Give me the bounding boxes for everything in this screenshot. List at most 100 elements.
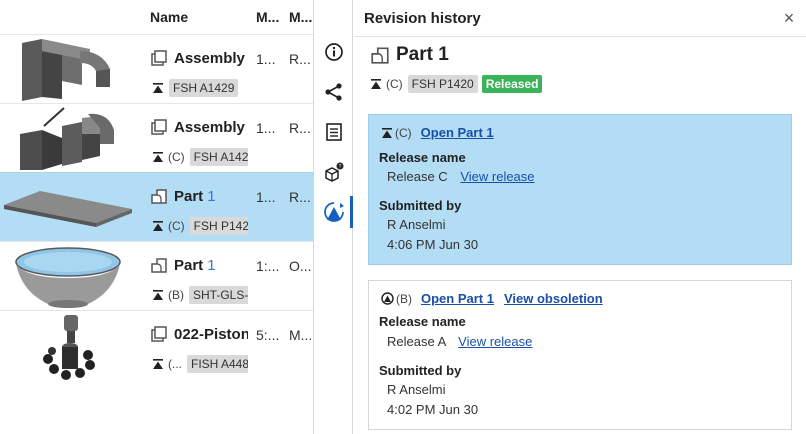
panel-title: Revision history xyxy=(364,10,481,27)
side-toolbar: ? xyxy=(313,0,353,434)
row-title: Assembly 1 xyxy=(150,48,248,68)
list-item[interactable]: Part 1 (B) SHT-GLS-00 1:... O... xyxy=(0,241,313,310)
revision-label: (C) xyxy=(168,219,185,233)
row-title: Assembly 1 xyxy=(150,117,248,137)
row-name: 022-Piston xyxy=(174,325,248,343)
row-meta: (B) SHT-GLS-00 xyxy=(152,285,248,305)
revision-icon xyxy=(153,359,163,369)
submitted-date: 4:06 PM Jun 30 xyxy=(387,237,479,252)
revision-card-header: (C) Open Part 1 xyxy=(381,125,494,140)
open-part-link[interactable]: Open Part 1 xyxy=(421,291,494,306)
assembly-icon xyxy=(151,119,167,135)
part-number-badge: FSH A1429 xyxy=(169,79,239,97)
row-version: 1 xyxy=(207,187,216,205)
view-release-link[interactable]: View release xyxy=(460,169,534,184)
row-title: Part 1 xyxy=(150,186,216,206)
row-clip: Assembly 1 (C) FSH A1428 xyxy=(0,104,248,173)
row-clip: Assembly 1 FSH A1429 xyxy=(0,35,248,104)
revision-icon xyxy=(153,290,163,300)
revision-label: (... xyxy=(168,357,182,371)
revision-icon xyxy=(153,83,163,93)
list-item[interactable]: Assembly 1 (C) FSH A1428 1... R... xyxy=(0,103,313,172)
part-header: Part 1 xyxy=(370,44,449,66)
part-number-badge: FSH P1420 xyxy=(189,217,248,235)
row-m1: 1... xyxy=(256,189,276,205)
release-name-row: Release C View release xyxy=(387,169,535,184)
list-header: Name M... M... xyxy=(0,0,313,34)
revision-icon xyxy=(371,79,381,89)
part-meta: (C) FSH P1420 Released xyxy=(370,75,543,93)
row-title: 022-Piston xyxy=(150,324,248,344)
assembly-icon xyxy=(151,326,167,342)
open-part-link[interactable]: Open Part 1 xyxy=(421,125,494,140)
release-name-label: Release name xyxy=(379,150,466,165)
row-meta: (... FISH A448 xyxy=(152,354,248,374)
share-icon xyxy=(325,83,342,101)
part-number-badge: FSH P1420 xyxy=(407,75,478,93)
properties-button[interactable] xyxy=(320,118,348,146)
close-icon[interactable]: × xyxy=(780,9,798,27)
row-name: Part xyxy=(174,256,204,274)
row-clip: Part 1 (B) SHT-GLS-00 xyxy=(0,242,248,311)
where-used-button[interactable]: ? xyxy=(320,158,348,186)
submitted-by: R Anselmi xyxy=(387,382,446,397)
revision-card-current: (C) Open Part 1 Release name Release C V… xyxy=(368,114,792,265)
column-header-m2[interactable]: M... xyxy=(289,9,312,25)
revision-label: (C) xyxy=(168,150,185,164)
row-m2: R... xyxy=(289,51,311,67)
revision-card-header: (B) Open Part 1 View obsoletion xyxy=(381,291,603,306)
revision-history-panel: Revision history × Part 1 (C) FSH P1420 … xyxy=(354,0,806,434)
row-meta: (C) FSH A1428 xyxy=(152,147,248,167)
document-list: Name M... M... Assembly 1 FSH A1429 1...… xyxy=(0,0,313,434)
submitted-date: 4:02 PM Jun 30 xyxy=(387,402,479,417)
revision-icon xyxy=(153,221,163,231)
list-item[interactable]: Assembly 1 FSH A1429 1... R... xyxy=(0,34,313,103)
assembly-icon xyxy=(151,50,167,66)
part-icon xyxy=(151,189,167,204)
row-m2: R... xyxy=(289,189,311,205)
row-m2: M... xyxy=(289,327,311,343)
list-item-selected[interactable]: Part 1 (C) FSH P1420 1... R... xyxy=(0,172,313,241)
row-clip: 022-Piston (... FISH A448 xyxy=(0,311,248,380)
part-number-badge: FISH A448 xyxy=(187,355,248,373)
release-name-row: Release A View release xyxy=(387,334,532,349)
part-number-badge: FSH A1428 xyxy=(189,148,248,166)
revision-card-obsolete: (B) Open Part 1 View obsoletion Release … xyxy=(368,280,792,430)
share-button[interactable] xyxy=(320,78,348,106)
revision-label: (B) xyxy=(168,288,184,302)
revision-label: (C) xyxy=(395,125,412,140)
release-name-label: Release name xyxy=(379,314,466,329)
divider xyxy=(354,36,806,37)
submitted-by-label: Submitted by xyxy=(379,198,462,213)
row-clip: Part 1 (C) FSH P1420 xyxy=(0,173,248,242)
row-m1: 1... xyxy=(256,120,276,136)
view-release-link[interactable]: View release xyxy=(458,334,532,349)
column-header-m1[interactable]: M... xyxy=(256,9,279,25)
view-obsoletion-link[interactable]: View obsoletion xyxy=(504,291,603,306)
column-header-name[interactable]: Name xyxy=(150,9,188,25)
row-title: Part 1 xyxy=(150,255,216,275)
obsolete-revision-icon xyxy=(381,292,394,305)
row-meta: (C) FSH P1420 xyxy=(152,216,248,236)
row-name: Part xyxy=(174,187,204,205)
row-name: Assembly xyxy=(174,118,245,136)
svg-text:?: ? xyxy=(339,164,342,170)
row-m1: 1... xyxy=(256,51,276,67)
revision-history-button[interactable] xyxy=(320,198,348,226)
release-name: Release C xyxy=(387,169,448,184)
row-m2: R... xyxy=(289,120,311,136)
part-number-badge: SHT-GLS-00 xyxy=(189,286,248,304)
list-item[interactable]: 022-Piston (... FISH A448 5:... M... xyxy=(0,310,313,380)
part-icon xyxy=(371,47,389,64)
release-name: Release A xyxy=(387,334,446,349)
revision-history-icon xyxy=(324,202,344,222)
revision-icon xyxy=(153,152,163,162)
revision-label: (C) xyxy=(386,77,403,91)
status-badge: Released xyxy=(481,75,543,93)
row-m1: 1:... xyxy=(256,258,280,274)
row-meta: FSH A1429 xyxy=(152,78,239,98)
properties-icon xyxy=(326,123,342,141)
info-button[interactable] xyxy=(320,38,348,66)
row-m1: 5:... xyxy=(256,327,280,343)
row-name: Assembly xyxy=(174,49,245,67)
